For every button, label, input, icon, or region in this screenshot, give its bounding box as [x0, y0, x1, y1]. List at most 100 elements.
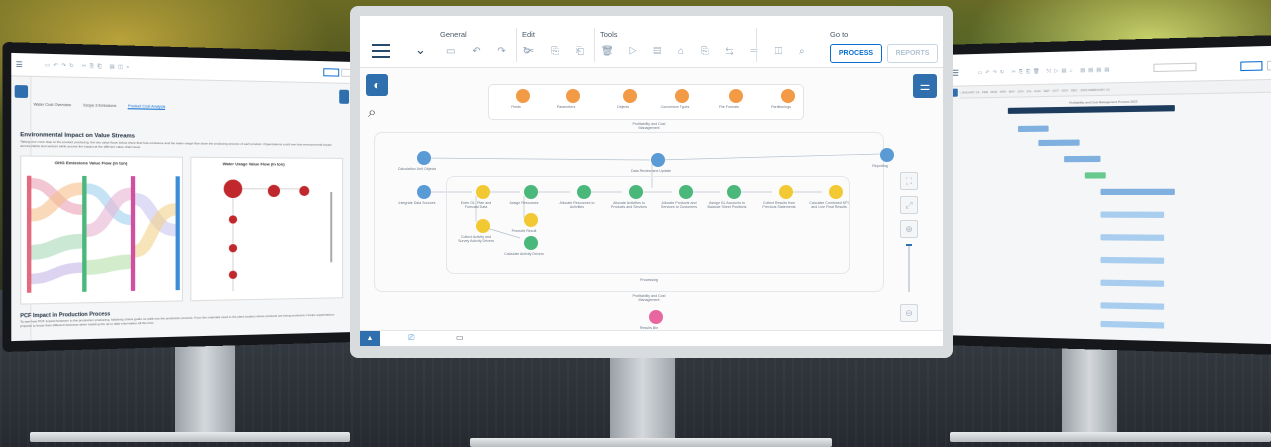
tab-product-cost[interactable]: Product Cost Analysis [128, 104, 166, 110]
menu-icon[interactable]: ☰ [16, 60, 23, 70]
gantt-title: Profitability and Cost Management Proces… [1069, 99, 1138, 105]
gantt-bar-7[interactable] [1100, 234, 1165, 241]
sankey-flow-7 [87, 262, 131, 268]
node-allocate-resources[interactable]: Allocate Resources to Activities [560, 185, 598, 209]
node-label: File Formats [719, 105, 739, 109]
menu-icon[interactable] [372, 44, 390, 58]
filter-settings-icon[interactable]: ⚌ [913, 74, 937, 98]
chat-icon[interactable]: ⎚ [408, 333, 414, 343]
assign-gl-accounts-icon [727, 185, 741, 199]
gantt-bar-10[interactable] [1100, 302, 1165, 310]
node-allocate-products[interactable]: Allocate Products and Services to Custom… [661, 185, 700, 209]
node-file-formats[interactable]: File Formats [719, 89, 750, 109]
chevron-down-icon[interactable]: ⌄ [415, 42, 426, 58]
zoom-out-button[interactable]: ⊖ [900, 304, 918, 322]
tree-node-4 [228, 215, 238, 224]
gantt-bar-4[interactable] [1084, 172, 1106, 179]
toolbar-separator [756, 28, 757, 62]
profitability-label: Profitability and Cost Management [632, 122, 666, 130]
goto-title: Go to [830, 30, 849, 39]
tree-node-2 [267, 184, 281, 197]
palette-icon[interactable]: ◐ [366, 74, 388, 96]
tree-node-3 [299, 185, 310, 196]
node-assign-gl-accounts[interactable]: Assign GL Accounts to Balance Sheet Posi… [708, 185, 748, 209]
reports-button[interactable]: REPORTS [887, 44, 938, 63]
objects-icon [623, 89, 637, 103]
gantt-bar-2[interactable] [1038, 139, 1080, 147]
right-stand-neck [1062, 345, 1117, 435]
gantt-bar-8[interactable] [1100, 256, 1165, 264]
allocate-products-icon [679, 185, 693, 199]
node-label: Allocate Activities to Products and Serv… [611, 201, 647, 209]
gantt-bar-5[interactable] [1100, 188, 1175, 195]
collect-activity-icon [476, 219, 490, 233]
node-data-review[interactable]: Data Review and Update [631, 153, 672, 173]
reporting-icon [880, 148, 894, 162]
zoom-slider[interactable] [328, 191, 334, 272]
filter-icon[interactable] [339, 89, 350, 104]
parameters-icon [566, 89, 580, 103]
toolbar-icons[interactable]: ▭↶↷↻ ✂⎘⎗🗑 ⤲▷▤⌂ ▤▤▤▤ [978, 67, 1113, 76]
node-partitionings[interactable]: Partitionings [771, 89, 802, 109]
toolbar-group-tools-title: Tools [600, 30, 618, 39]
gantt-bar-summary[interactable] [1007, 105, 1175, 114]
node-assign-resources[interactable]: Assign Resources [510, 185, 545, 205]
tree-node-root [223, 179, 243, 199]
node-fields[interactable]: Fields [509, 89, 537, 109]
fit-screen-button[interactable]: ⛶ [900, 172, 918, 190]
expand-button[interactable]: ⤢ [900, 196, 918, 214]
center-stand-base [470, 438, 832, 447]
toolbar-icons[interactable]: ▭↶↷↻ ✂⎘⎗ ▤◫⌕ [45, 62, 133, 70]
node-label: Data Review and Update [631, 169, 671, 173]
node-results-bin[interactable]: Results Bin [640, 310, 670, 330]
gantt-bar-9[interactable] [1100, 279, 1165, 287]
node-reporting[interactable]: Reporting [872, 148, 901, 168]
node-integrate-data[interactable]: Integrate Data Sources [399, 185, 438, 205]
node-collect-activity[interactable]: Collect Activity and Survey Activity Dri… [458, 219, 497, 243]
node-calc-combined-kpi[interactable]: Calculate Combined KPI and Line Final Re… [809, 185, 850, 209]
reports-button[interactable] [1266, 60, 1271, 71]
calc-activity-drivers-icon [524, 236, 538, 250]
node-collect-results[interactable]: Collect Results from Previous Statements [762, 185, 800, 209]
node-allocate-activities[interactable]: Allocate Activities to Products and Serv… [611, 185, 650, 209]
sankey-col-3 [130, 176, 136, 291]
node-label: Calculation Unit Objects [397, 167, 437, 171]
integrate-data-icon [417, 185, 431, 199]
toolbar-general-icons[interactable]: ▭ ↶ ↷ ↻ [446, 46, 538, 57]
profitability-label-2: Profitability and Cost Management [632, 294, 666, 302]
gantt-bar-1[interactable] [1017, 125, 1049, 133]
node-conversion-types[interactable]: Conversion Types [661, 89, 696, 109]
process-button[interactable] [1240, 61, 1263, 72]
node-calc-activity-drivers[interactable]: Calculate Activity Drivers [504, 236, 545, 256]
node-objects[interactable]: Objects [616, 89, 644, 109]
node-label: Assign GL Accounts to Balance Sheet Posi… [707, 201, 747, 209]
node-calc-unit-objects[interactable]: Calculation Unit Objects [398, 151, 438, 171]
node-enter-gl[interactable]: Enter GL, Plan and Forecast Data [461, 185, 497, 209]
allocate-activities-icon [629, 185, 643, 199]
process-canvas[interactable]: Fields Parameters Objects Conversion Typ… [360, 68, 943, 330]
tab-water-cost[interactable]: Water Cost Overview [34, 102, 71, 107]
ghg-panel-title: GHG Emissions Value Flow (in ton) [54, 159, 128, 166]
search-icon[interactable]: ⌕ [368, 104, 376, 121]
gantt-bar-6[interactable] [1100, 211, 1165, 218]
node-parameters[interactable]: Parameters [557, 89, 587, 109]
promote-result-icon [524, 213, 538, 227]
results-bin-icon [649, 310, 663, 324]
node-label: Objects [616, 105, 630, 109]
calc-combined-kpi-icon [829, 185, 843, 199]
gantt-bar-3[interactable] [1064, 155, 1101, 163]
gantt-bar-11[interactable] [1100, 320, 1165, 329]
process-button[interactable] [323, 68, 340, 77]
zoom-slider[interactable] [906, 244, 912, 294]
search-input[interactable] [1153, 62, 1197, 73]
zoom-in-button[interactable]: ⊕ [900, 220, 918, 238]
collapse-icon[interactable]: ▲ [360, 331, 380, 346]
node-label: Promote Result [511, 229, 537, 233]
monitor-icon[interactable]: ▭ [456, 333, 464, 342]
palette-icon[interactable] [14, 84, 29, 99]
tab-scope-3[interactable]: Scope 3 Emissions [83, 103, 116, 108]
node-promote-result[interactable]: Promote Result [512, 213, 545, 233]
toolbar-group-edit-title: Edit [522, 30, 535, 39]
process-button[interactable]: PROCESS [830, 44, 882, 63]
toolbar-tools-icons[interactable]: ⤲ ▷ ▤ ⌂ ⎘ ⇆ ⚌ ◫ ⌕ [604, 46, 812, 57]
